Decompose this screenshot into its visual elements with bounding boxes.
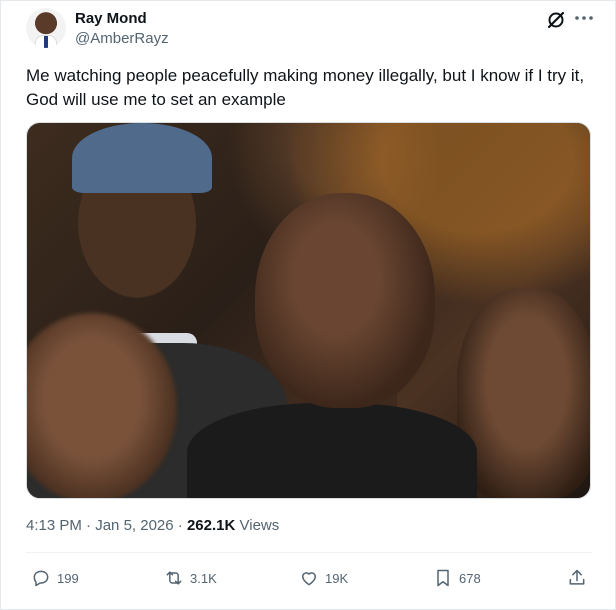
more-icon[interactable] <box>573 8 595 28</box>
reply-button[interactable]: 199 <box>31 567 79 589</box>
photo-center-head <box>255 193 435 408</box>
grok-icon[interactable] <box>546 10 566 30</box>
retweet-button[interactable]: 3.1K <box>164 567 217 589</box>
tweet-text: Me watching people peacefully making mon… <box>26 66 585 109</box>
like-count: 19K <box>325 570 349 586</box>
tweet-time[interactable]: 4:13 PM <box>26 517 82 534</box>
author-handle[interactable]: @AmberRayz <box>75 30 169 47</box>
divider <box>26 552 592 553</box>
share-button[interactable] <box>567 567 587 589</box>
bookmark-icon <box>437 569 449 587</box>
tweet-date[interactable]: Jan 5, 2026 <box>95 517 173 534</box>
share-icon <box>569 569 585 585</box>
avatar-tie <box>44 36 48 48</box>
tweet-card: Ray Mond @AmberRayz Me watching people p… <box>0 0 616 610</box>
views-count: 262.1K <box>186 517 236 534</box>
bookmark-count: 678 <box>459 570 481 586</box>
views-separator: · <box>177 517 183 534</box>
photo-beanie <box>72 123 212 193</box>
photo-center-body <box>187 403 477 498</box>
retweet-icon <box>166 571 182 585</box>
bookmark-button[interactable]: 678 <box>433 567 481 589</box>
retweet-count: 3.1K <box>190 570 217 586</box>
photo-person-right <box>457 288 590 498</box>
like-icon <box>302 572 316 586</box>
like-button[interactable]: 19K <box>299 567 348 589</box>
author-name[interactable]: Ray Mond <box>75 10 147 27</box>
tweet-photo[interactable] <box>26 122 591 499</box>
reply-icon <box>33 570 49 587</box>
avatar[interactable] <box>26 8 66 48</box>
reply-count: 199 <box>57 570 79 586</box>
timestamp-separator: · <box>86 517 92 534</box>
views-label: Views <box>239 517 280 534</box>
tweet-timestamp: 4:13 PM · Jan 5, 2026 · 262.1K Views <box>26 517 279 534</box>
